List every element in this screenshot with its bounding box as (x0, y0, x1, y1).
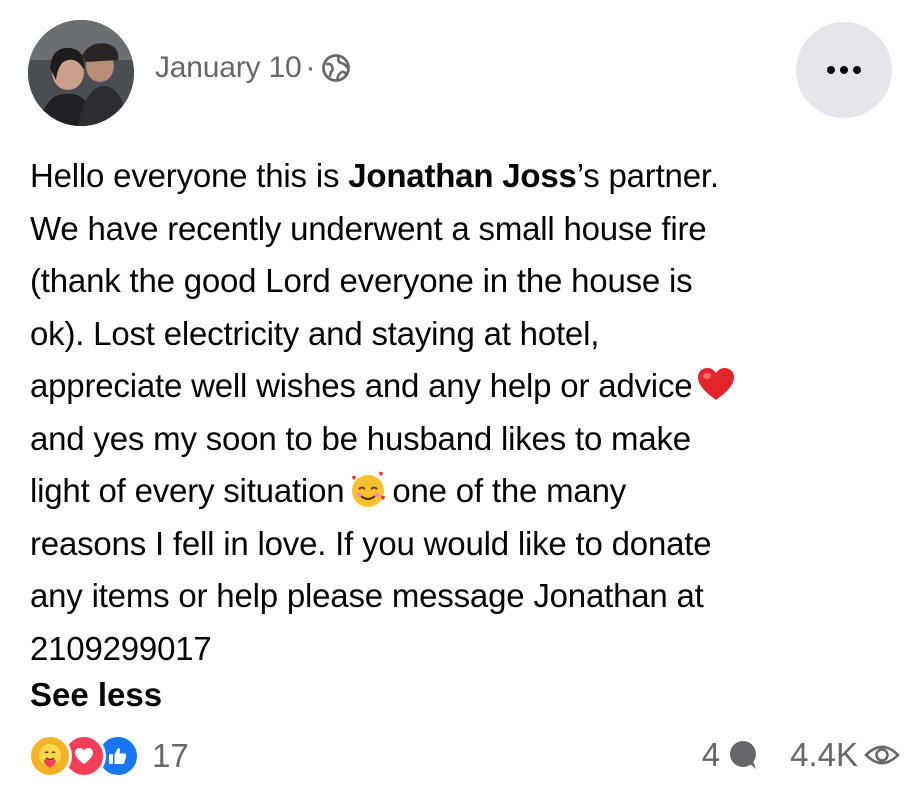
red-heart-emoji (696, 365, 736, 405)
post-text: Hello everyone this is Jonathan Joss’s p… (30, 150, 890, 675)
reaction-count: 17 (152, 737, 189, 774)
post-header: January 10 · (0, 0, 914, 140)
post-footer: 17 4 4.4K (0, 730, 914, 790)
more-options-icon (827, 66, 861, 74)
post-line-6: and yes my soon to be husband likes to m… (30, 419, 691, 457)
view-count: 4.4K (790, 736, 858, 773)
smiling-face-with-hearts-emoji (348, 470, 388, 510)
post-line-7: light of every situation one of the many (30, 470, 627, 510)
post-line-1: Hello everyone this is Jonathan Joss’s p… (30, 157, 719, 194)
post-line-9: any items or help please message Jonatha… (30, 577, 704, 614)
comment-count: 4 (701, 736, 721, 773)
reaction-summary[interactable]: 17 (28, 734, 189, 778)
post-date[interactable]: January 10 (155, 51, 302, 85)
post-line-3: (thank the good Lord everyone in the hou… (30, 262, 693, 299)
post-line-5: appreciate well wishes and any help or a… (30, 360, 890, 413)
see-less-link[interactable]: See less (30, 676, 162, 714)
care-reaction-icon (28, 734, 72, 778)
globe-icon[interactable] (321, 53, 351, 83)
view-count-button[interactable]: 4.4K (790, 736, 900, 774)
post-line-8: reasons I fell in love. If you would lik… (30, 524, 712, 562)
comment-count-button[interactable]: 4 (702, 736, 760, 774)
author-avatar[interactable] (28, 20, 134, 126)
post-line-4: ok). Lost electricity and staying at hot… (30, 314, 600, 352)
post-line-10: 2109299017 (30, 629, 212, 667)
mentioned-name[interactable]: Jonathan Joss (348, 157, 577, 194)
more-options-button[interactable] (796, 22, 892, 118)
meta-separator: · (305, 51, 316, 84)
eye-icon (864, 741, 900, 769)
comment-bubble-icon (726, 738, 760, 772)
post-line-2: We have recently underwent a small house… (30, 209, 707, 247)
post-meta: January 10 · (155, 48, 351, 88)
engagement-stats: 4 4.4K (702, 736, 900, 774)
